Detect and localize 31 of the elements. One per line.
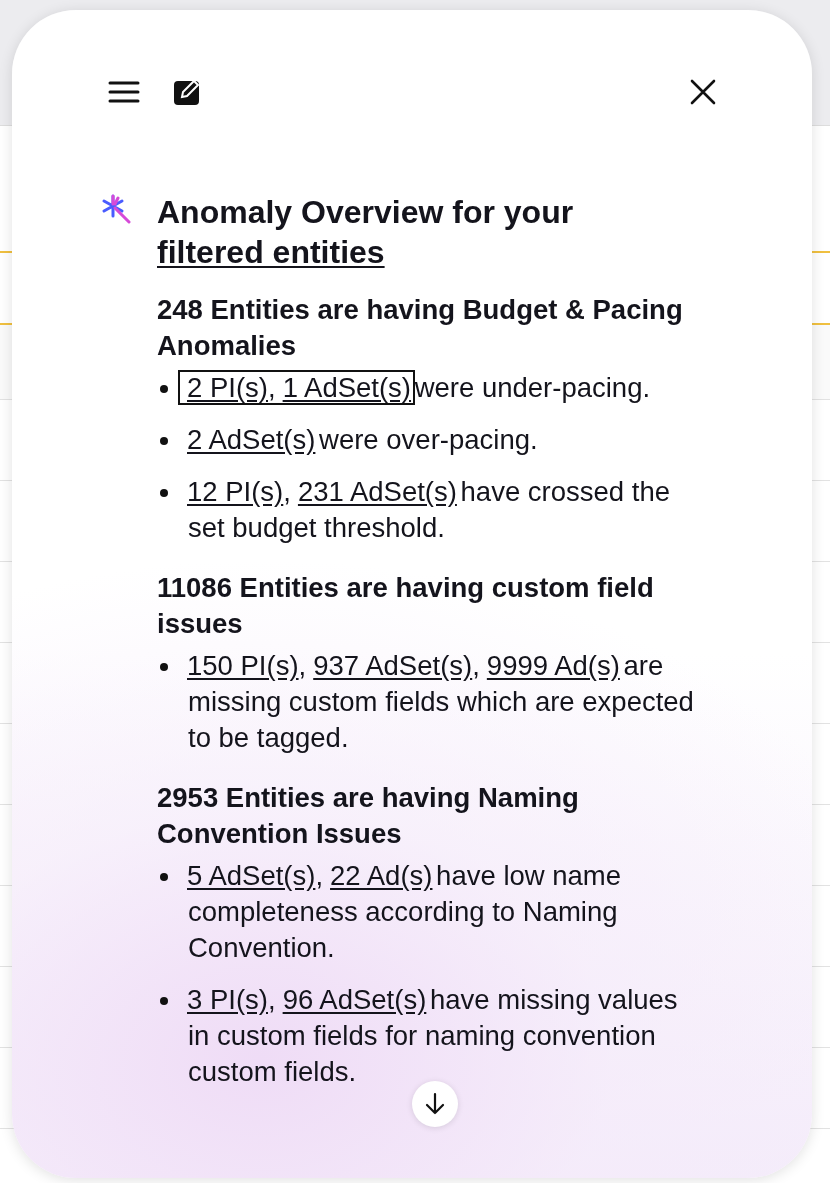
bullet-text: 2 PI(s), 1 AdSet(s)were under-pacing.: [178, 370, 703, 406]
bullet-text: 150 PI(s), 937 AdSet(s), 9999 Ad(s)are missing custom fields which are expected to be tagged.: [186, 649, 695, 755]
entity-link[interactable]: 9999 Ad(s): [486, 650, 620, 681]
entity-link[interactable]: 937 AdSet(s): [313, 650, 473, 681]
bullet-icon: [160, 437, 168, 445]
entity-link[interactable]: 22 Ad(s): [330, 860, 433, 891]
bullet-text: 2 AdSet(s)were over-pacing.: [186, 423, 539, 457]
entity-link[interactable]: 231 AdSet(s): [297, 476, 457, 507]
bullet-text: 12 PI(s), 231 AdSet(s)have crossed the set budget threshold.: [186, 475, 671, 545]
bullet-icon: [160, 663, 168, 671]
close-icon[interactable]: [690, 79, 716, 105]
bullet-text: 3 PI(s), 96 AdSet(s)have missing values in custom fields for naming convention custom fields.: [186, 983, 679, 1089]
entity-link[interactable]: 2 PI(s): [187, 372, 268, 403]
panel-title: Anomaly Overview for your filtered entities: [157, 193, 575, 272]
sparkle-icon: [101, 194, 131, 224]
menu-icon[interactable]: [108, 81, 140, 103]
entity-link[interactable]: 3 PI(s): [187, 984, 268, 1015]
entity-link[interactable]: 5 AdSet(s): [187, 860, 316, 891]
bullet-text: 5 AdSet(s), 22 Ad(s)have low name completeness according to Naming Convention.: [186, 859, 623, 965]
arrow-down-icon: [424, 1092, 446, 1116]
scroll-down-button[interactable]: [412, 1081, 458, 1127]
bullet-icon: [160, 873, 168, 881]
entity-link[interactable]: 1 AdSet(s): [282, 372, 412, 403]
entity-link[interactable]: 96 AdSet(s): [282, 984, 427, 1015]
entity-link[interactable]: 2 AdSet(s): [187, 424, 316, 455]
entity-link[interactable]: 150 PI(s): [187, 650, 299, 681]
bullet-icon: [160, 385, 168, 393]
bullet-icon: [160, 489, 168, 497]
entity-link[interactable]: 12 PI(s): [187, 476, 284, 507]
filtered-entities-link[interactable]: filtered entities: [157, 234, 385, 270]
bullet-icon: [160, 997, 168, 1005]
